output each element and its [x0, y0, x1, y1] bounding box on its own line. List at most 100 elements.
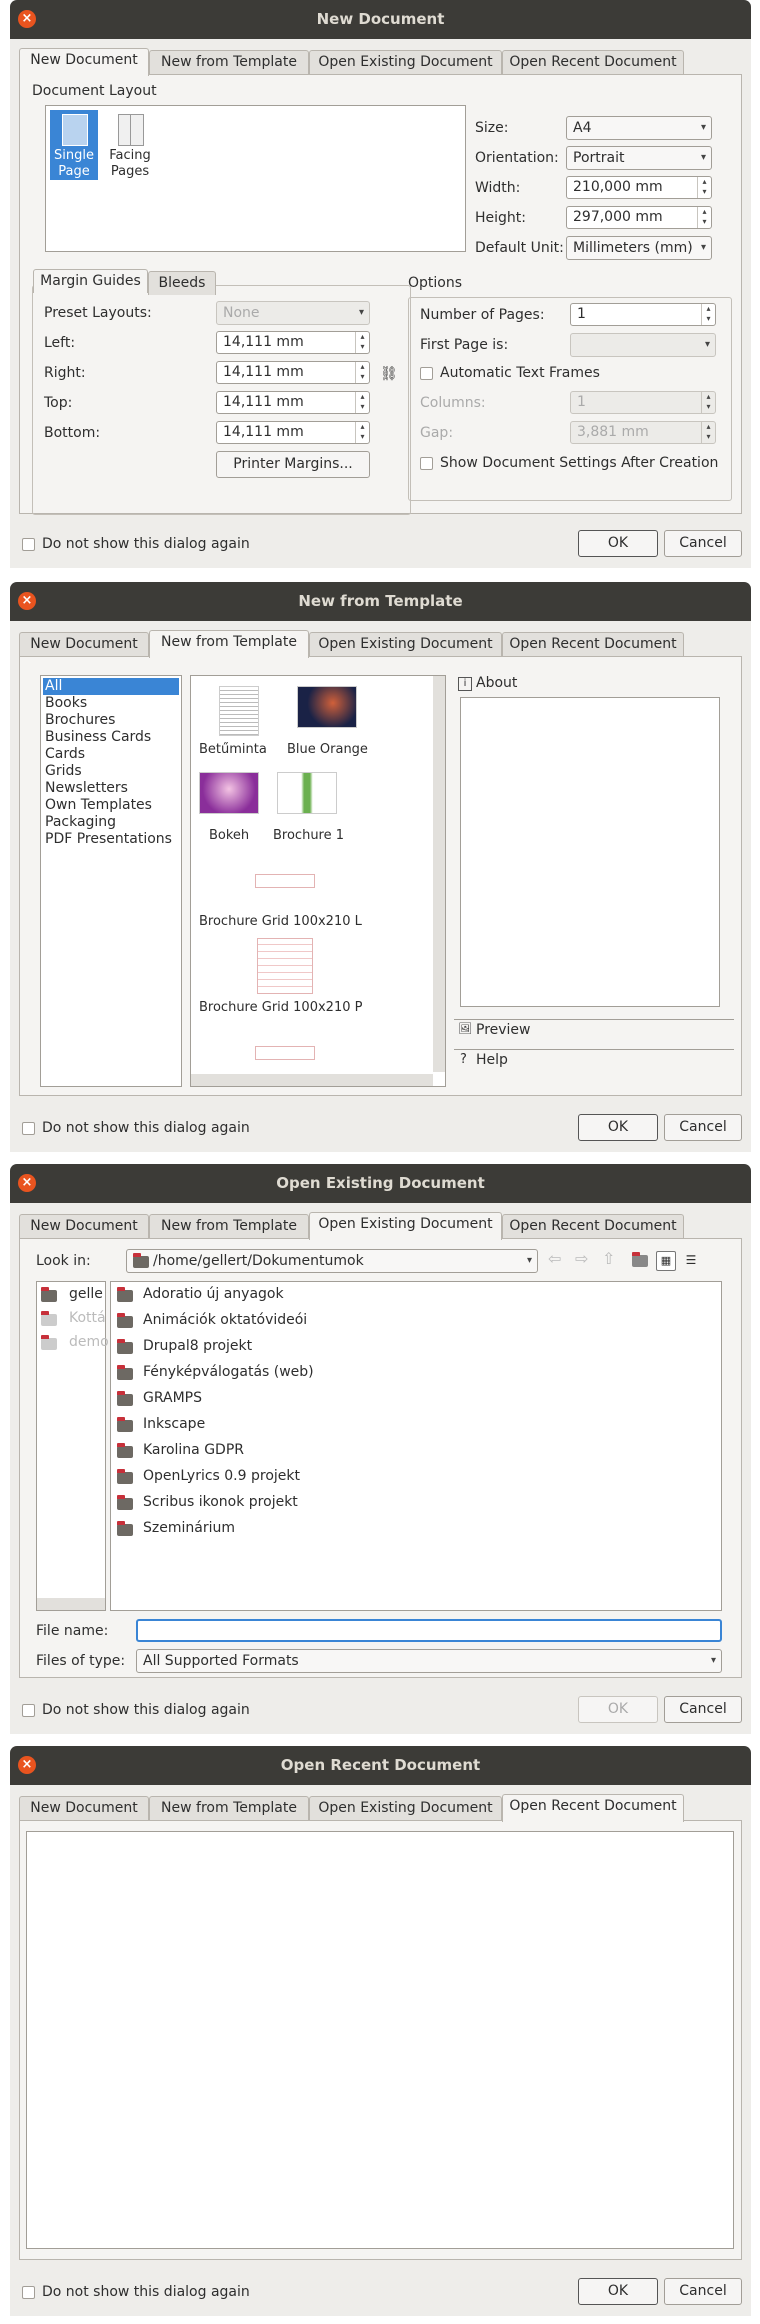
- forward-icon[interactable]: ⇨: [575, 1249, 588, 1268]
- close-icon[interactable]: ×: [18, 10, 36, 28]
- folder-item[interactable]: OpenLyrics 0.9 projekt: [143, 1468, 300, 1484]
- category-item[interactable]: Books: [45, 695, 87, 711]
- recent-documents-list[interactable]: [26, 1831, 734, 2249]
- ok-button[interactable]: OK: [578, 530, 658, 557]
- top-margin-input[interactable]: 14,111 mm ▴ ▾: [216, 391, 370, 414]
- cancel-button[interactable]: Cancel: [664, 1696, 742, 1723]
- num-pages-input[interactable]: 1 ▴ ▾: [570, 303, 716, 326]
- sidebar-item[interactable]: gelle: [69, 1286, 103, 1302]
- vertical-scrollbar[interactable]: [433, 676, 445, 1072]
- category-item[interactable]: Newsletters: [45, 780, 128, 796]
- tab-new-document[interactable]: New Document: [19, 632, 149, 656]
- folder-item[interactable]: GRAMPS: [143, 1390, 202, 1406]
- folder-item[interactable]: Karolina GDPR: [143, 1442, 244, 1458]
- tab-new-document[interactable]: New Document: [19, 1214, 149, 1238]
- dont-show-checkbox[interactable]: [22, 1704, 35, 1717]
- default-unit-combo[interactable]: Millimeters (mm) ▾: [566, 236, 712, 260]
- category-item[interactable]: Brochures: [45, 712, 115, 728]
- back-icon[interactable]: ⇦: [548, 1249, 561, 1268]
- sidebar-item[interactable]: Kottá: [69, 1310, 106, 1326]
- template-thumb[interactable]: [257, 938, 313, 994]
- folder-item[interactable]: Scribus ikonok projekt: [143, 1494, 298, 1510]
- left-margin-input[interactable]: 14,111 mm ▴ ▾: [216, 331, 370, 354]
- about-section-header[interactable]: i About: [454, 675, 734, 695]
- ok-button[interactable]: OK: [578, 2278, 658, 2305]
- folder-item[interactable]: Drupal8 projekt: [143, 1338, 252, 1354]
- template-thumb[interactable]: [277, 772, 337, 814]
- folder-item[interactable]: Fényképválogatás (web): [143, 1364, 314, 1380]
- tab-new-from-template[interactable]: New from Template: [149, 1214, 309, 1238]
- bottom-margin-input[interactable]: 14,111 mm ▴ ▾: [216, 421, 370, 444]
- tab-open-existing[interactable]: Open Existing Document: [309, 1796, 502, 1820]
- horizontal-scrollbar[interactable]: [37, 1598, 105, 1610]
- size-combo[interactable]: A4 ▾: [566, 116, 712, 140]
- detail-view-icon[interactable]: ☰: [682, 1251, 700, 1269]
- dont-show-checkbox[interactable]: [22, 2286, 35, 2299]
- folder-item[interactable]: Adoratio új anyagok: [143, 1286, 284, 1302]
- height-input[interactable]: 297,000 mm ▴ ▾: [566, 206, 712, 229]
- parent-dir-icon[interactable]: ⇧: [602, 1249, 615, 1268]
- look-in-combo[interactable]: /home/gellert/Dokumentumok ▾: [126, 1249, 538, 1273]
- orientation-combo[interactable]: Portrait ▾: [566, 146, 712, 170]
- preset-layouts-combo[interactable]: None ▾: [216, 301, 370, 325]
- gap-input[interactable]: 3,881 mm ▴ ▾: [570, 421, 716, 444]
- show-settings-checkbox[interactable]: [420, 457, 433, 470]
- width-input[interactable]: 210,000 mm ▴ ▾: [566, 176, 712, 199]
- ok-button[interactable]: OK: [578, 1696, 658, 1723]
- tab-new-from-template[interactable]: New from Template: [149, 1796, 309, 1820]
- printer-margins-button[interactable]: Printer Margins...: [216, 451, 370, 478]
- close-icon[interactable]: ×: [18, 1756, 36, 1774]
- cancel-button[interactable]: Cancel: [664, 530, 742, 557]
- tab-new-document[interactable]: New Document: [19, 1796, 149, 1820]
- dont-show-checkbox[interactable]: [22, 538, 35, 551]
- category-item[interactable]: All: [45, 678, 62, 694]
- facing-pages-option[interactable]: Facing Pages: [106, 110, 154, 180]
- file-name-input[interactable]: [136, 1619, 722, 1642]
- folder-item[interactable]: Animációk oktatóvideói: [143, 1312, 307, 1328]
- category-item[interactable]: Own Templates: [45, 797, 152, 813]
- category-item[interactable]: PDF Presentations: [45, 831, 172, 847]
- close-icon[interactable]: ×: [18, 1174, 36, 1192]
- tab-open-existing[interactable]: Open Existing Document: [309, 50, 502, 74]
- files-of-type-combo[interactable]: All Supported Formats ▾: [136, 1649, 722, 1673]
- cancel-button[interactable]: Cancel: [664, 2278, 742, 2305]
- preview-section-header[interactable]: 🖼 Preview: [454, 1019, 734, 1040]
- tab-new-from-template[interactable]: New from Template: [149, 50, 309, 74]
- template-thumb[interactable]: [297, 686, 357, 728]
- new-folder-icon[interactable]: [632, 1252, 648, 1267]
- category-item[interactable]: Packaging: [45, 814, 116, 830]
- right-margin-input[interactable]: 14,111 mm ▴ ▾: [216, 361, 370, 384]
- dont-show-checkbox[interactable]: [22, 1122, 35, 1135]
- tab-open-recent[interactable]: Open Recent Document: [502, 50, 684, 74]
- tab-open-recent[interactable]: Open Recent Document: [502, 1794, 684, 1822]
- cancel-button[interactable]: Cancel: [664, 1114, 742, 1141]
- first-page-combo[interactable]: ▾: [570, 333, 716, 357]
- template-thumb[interactable]: [255, 874, 315, 888]
- tab-margin-guides[interactable]: Margin Guides: [33, 269, 148, 293]
- category-item[interactable]: Cards: [45, 746, 85, 762]
- template-thumb[interactable]: [255, 1046, 315, 1060]
- tab-open-existing[interactable]: Open Existing Document: [309, 632, 502, 656]
- template-thumb[interactable]: [219, 686, 259, 736]
- category-item[interactable]: Grids: [45, 763, 82, 779]
- template-thumb[interactable]: [199, 772, 259, 814]
- tab-new-from-template[interactable]: New from Template: [149, 630, 309, 658]
- close-icon[interactable]: ×: [18, 592, 36, 610]
- folder-item[interactable]: Inkscape: [143, 1416, 205, 1432]
- tab-open-existing[interactable]: Open Existing Document: [309, 1212, 502, 1240]
- category-item[interactable]: Business Cards: [45, 729, 151, 745]
- tab-bleeds[interactable]: Bleeds: [148, 271, 216, 295]
- sidebar-item[interactable]: demo: [69, 1334, 109, 1350]
- help-section-header[interactable]: ? Help: [454, 1049, 734, 1070]
- columns-input[interactable]: 1 ▴ ▾: [570, 391, 716, 414]
- list-view-icon[interactable]: ▦: [656, 1251, 676, 1271]
- tab-open-recent[interactable]: Open Recent Document: [502, 632, 684, 656]
- chain-link-icon[interactable]: ⛓: [380, 367, 398, 381]
- single-page-option[interactable]: Single Page: [50, 110, 98, 180]
- horizontal-scrollbar[interactable]: [191, 1074, 433, 1086]
- tab-open-recent[interactable]: Open Recent Document: [502, 1214, 684, 1238]
- auto-text-frames-checkbox[interactable]: [420, 367, 433, 380]
- ok-button[interactable]: OK: [578, 1114, 658, 1141]
- folder-item[interactable]: Szeminárium: [143, 1520, 235, 1536]
- tab-new-document[interactable]: New Document: [19, 48, 149, 76]
